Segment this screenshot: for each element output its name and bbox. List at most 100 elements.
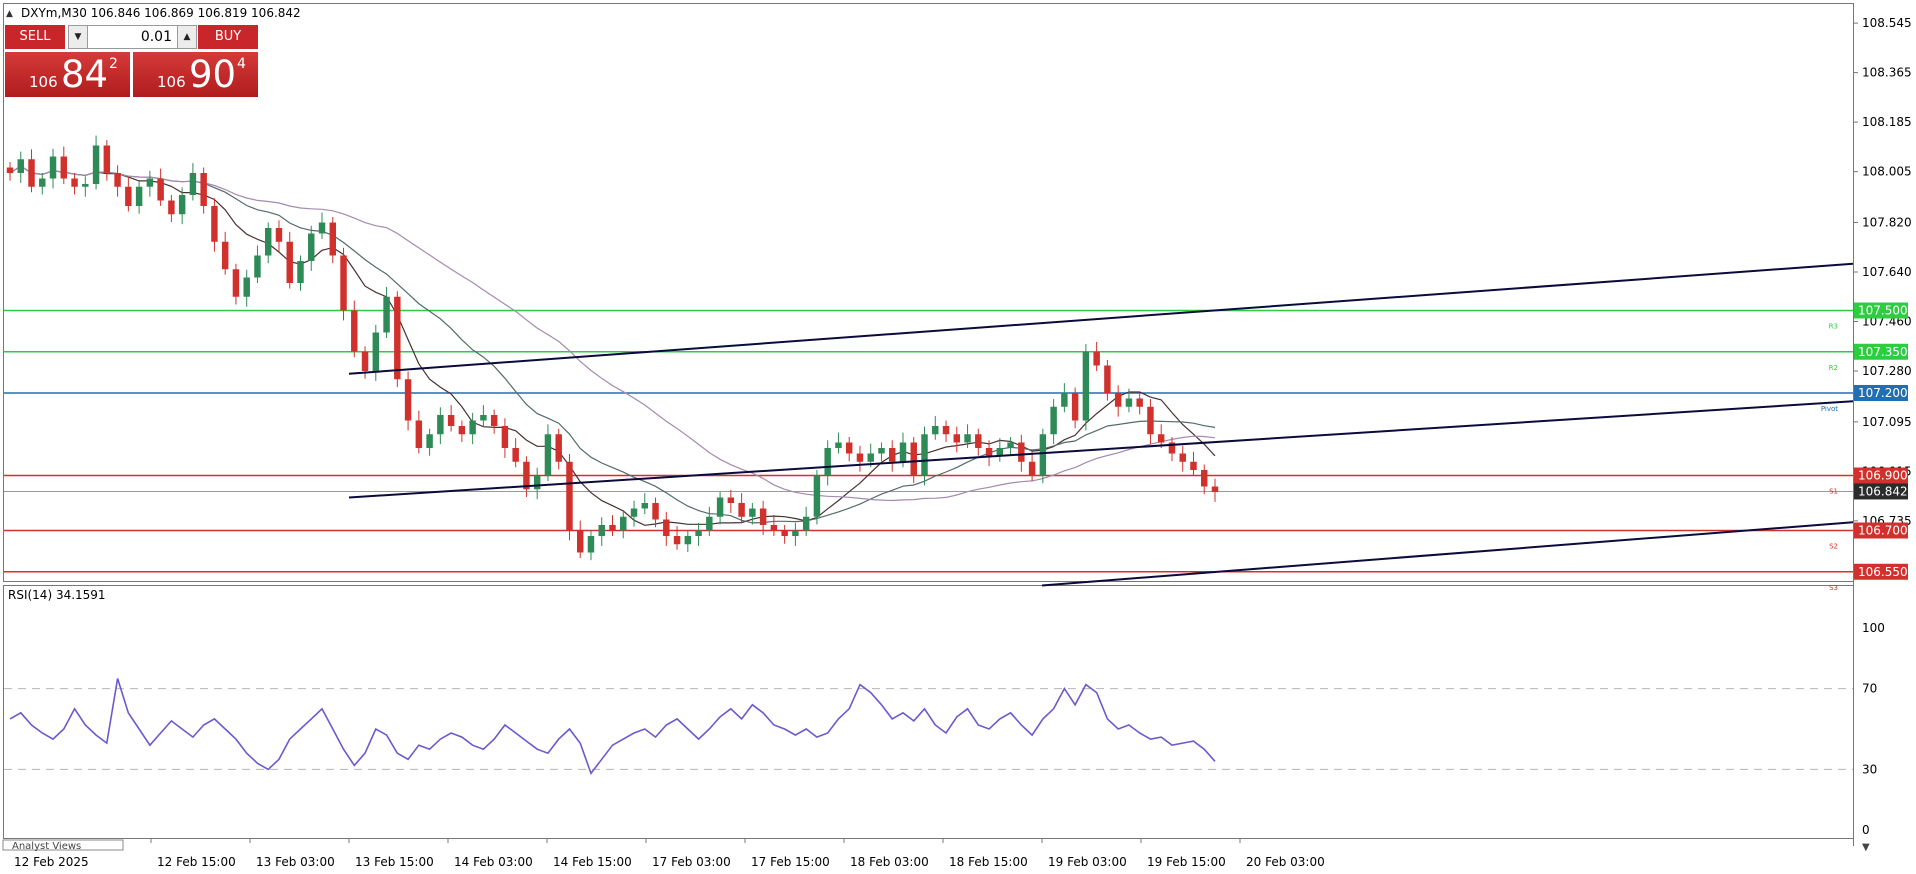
time-axis-label: 13 Feb 03:00 — [256, 855, 335, 869]
candle-body — [340, 255, 347, 311]
candle-body — [663, 519, 670, 536]
buy-price-button[interactable]: 106 90 4 — [133, 52, 258, 97]
candle-body — [501, 426, 509, 448]
candle-body — [39, 178, 46, 187]
buy-price-prefix: 106 — [157, 73, 186, 91]
buy-button[interactable]: BUY — [198, 25, 258, 49]
trendline — [348, 400, 1854, 499]
price-tick-label: 107.820 — [1862, 216, 1912, 230]
candle-body — [1061, 393, 1068, 407]
level-label: 107.500 — [1858, 304, 1908, 318]
candle-body — [533, 475, 541, 490]
candle-body — [770, 525, 778, 531]
candle-body — [1093, 351, 1100, 366]
price-tick-label: 108.185 — [1862, 115, 1912, 129]
price-tick-label: 108.545 — [1862, 16, 1912, 30]
candle-body — [824, 448, 831, 476]
candle-body — [1028, 461, 1036, 476]
candle-body — [932, 426, 939, 435]
sell-price-pip: 2 — [109, 56, 118, 72]
price-tick-label: 107.280 — [1862, 364, 1912, 378]
candle-body — [985, 448, 993, 457]
candle-body — [103, 145, 111, 173]
candle-body — [889, 448, 896, 462]
time-axis-label: 17 Feb 03:00 — [652, 855, 731, 869]
candle-body — [738, 503, 745, 517]
volume-input[interactable]: 0.01 — [89, 26, 176, 48]
candle-body — [576, 530, 584, 553]
level-tag: Pivot — [1821, 405, 1838, 413]
candle-body — [716, 497, 724, 517]
chart-canvas[interactable]: R3R2PivotS1S2S3 108.545108.365108.185108… — [0, 0, 1916, 874]
level-label: 106.900 — [1858, 469, 1908, 483]
level-label: 106.700 — [1858, 524, 1908, 538]
volume-stepper-arrow-icon[interactable]: ▲ — [177, 26, 196, 48]
time-axis: 12 Feb 2025 12 Feb 15:00 13 Feb 03:00 13 Fe… — [14, 838, 1325, 869]
candle-body — [60, 156, 68, 179]
candle-body — [490, 415, 498, 426]
candles — [6, 135, 1219, 561]
level-tags: R3 R2 Pivot S1 S2 S3 — [1821, 323, 1838, 592]
candle-body — [1211, 486, 1219, 492]
candle-body — [372, 332, 380, 371]
price-tick-label: 108.365 — [1862, 66, 1912, 80]
price-tick-label: 107.640 — [1862, 265, 1912, 279]
candle-body — [566, 461, 573, 531]
rsi-level-label: 70 — [1862, 682, 1877, 696]
candle-body — [383, 296, 390, 333]
candle-body — [6, 167, 14, 173]
candle-body — [1136, 398, 1143, 407]
time-axis-label: 14 Feb 03:00 — [454, 855, 533, 869]
time-axis-label: 12 Feb 15:00 — [157, 855, 236, 869]
candle-body — [211, 206, 218, 242]
volume-dropdown-icon[interactable]: ▼ — [69, 26, 88, 48]
candle-body — [82, 184, 89, 187]
level-labels: 107.500 107.350 107.200 106.900 106.700 106.5… — [1854, 302, 1908, 580]
time-axis-label: 19 Feb 15:00 — [1147, 855, 1226, 869]
candle-body — [221, 241, 229, 270]
time-axis-label: 19 Feb 03:00 — [1048, 855, 1127, 869]
candle-body — [759, 508, 767, 525]
candle-body — [1190, 461, 1197, 470]
candle-body — [146, 178, 154, 187]
candle-body — [351, 310, 358, 352]
candle-body — [254, 255, 261, 278]
candle-body — [706, 516, 713, 531]
candle-body — [921, 434, 928, 476]
candle-body — [426, 434, 433, 448]
candle-body — [792, 530, 799, 536]
candle-body — [480, 415, 487, 421]
candle-body — [394, 296, 401, 380]
rsi-levels: 100 70 30 0 — [4, 621, 1885, 837]
time-axis-label: 13 Feb 15:00 — [355, 855, 434, 869]
current-price-label: 106.842 — [1858, 484, 1908, 498]
level-tag: S1 — [1829, 488, 1838, 496]
candle-body — [28, 159, 35, 187]
one-click-trading-panel: SELL ▼ 0.01 ▲ BUY 106 84 2 106 90 4 — [5, 25, 258, 97]
sell-price-button[interactable]: 106 84 2 — [5, 52, 130, 97]
time-axis-label: 18 Feb 03:00 — [850, 855, 929, 869]
level-label: 106.550 — [1858, 565, 1908, 579]
candle-body — [727, 497, 735, 503]
footer-tab-label[interactable]: Analyst Views — [12, 841, 81, 852]
rsi-level-label: 100 — [1862, 621, 1885, 635]
candle-body — [318, 222, 326, 234]
time-axis-label: 17 Feb 15:00 — [751, 855, 830, 869]
scroll-down-icon[interactable]: ▼ — [1862, 842, 1870, 853]
candle-body — [630, 508, 638, 517]
candle-body — [275, 228, 283, 242]
sell-button[interactable]: SELL — [5, 25, 65, 49]
level-label: 107.200 — [1858, 386, 1908, 400]
candle-body — [878, 448, 885, 454]
trendlines[interactable] — [348, 262, 1854, 587]
candle-body — [910, 442, 917, 476]
volume-stepper[interactable]: ▼ 0.01 ▲ — [68, 25, 197, 49]
price-axis: 108.545 108.365 108.185 108.005 107.820 107.6… — [1853, 16, 1912, 528]
trendline — [1041, 521, 1854, 587]
sell-price-prefix: 106 — [29, 73, 58, 91]
symbol-header-triangle-icon: ▲ — [6, 9, 13, 19]
candle-body — [92, 145, 100, 184]
candle-body — [329, 222, 336, 256]
candle-body — [512, 448, 519, 462]
level-tag: S2 — [1829, 543, 1838, 551]
